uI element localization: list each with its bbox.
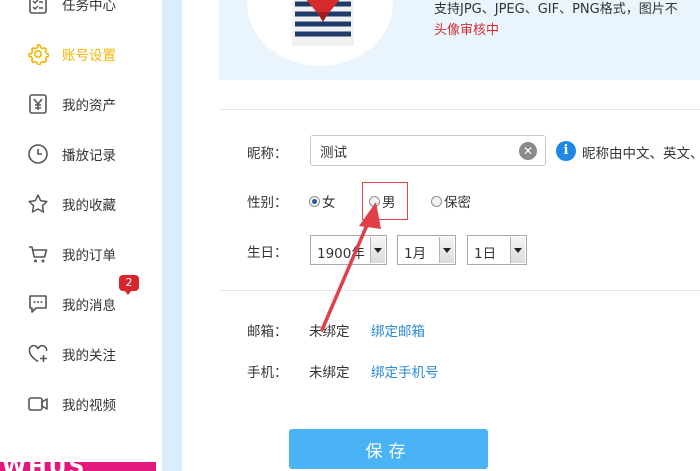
cart-icon (29, 246, 48, 263)
sidebar-item-account-settings[interactable]: 账号设置 (0, 34, 162, 74)
phone-label: 手机： (247, 365, 288, 381)
avatar-image (292, 0, 354, 46)
dropdown-arrow-icon[interactable] (510, 237, 525, 263)
sidebar-item-label: 我的资产 (62, 98, 116, 114)
clear-input-button[interactable]: ✕ (519, 142, 537, 160)
birthday-label: 生日： (247, 245, 288, 261)
phone-status: 未绑定 (309, 365, 350, 381)
clock-icon (28, 144, 48, 164)
nickname-label: 昵称： (247, 146, 288, 162)
heart-plus-icon (28, 344, 48, 363)
account-settings-panel: 支持JPG、JPEG、GIF、PNG格式，图片不 头像审核中 昵称： ✕ i 昵… (182, 0, 700, 471)
divider (219, 109, 700, 110)
radio-label: 女 (322, 195, 336, 211)
gear-icon (28, 43, 49, 65)
radio-button-checked[interactable] (309, 195, 320, 207)
site-logo: WHUS (0, 462, 156, 471)
sidebar-item-label: 我的关注 (62, 348, 116, 364)
star-icon (28, 194, 48, 213)
sidebar-divider (162, 0, 182, 471)
avatar[interactable] (247, 0, 393, 66)
avatar-review-status: 头像审核中 (434, 23, 500, 38)
sidebar-item-label: 账号设置 (62, 48, 116, 64)
bind-phone-link[interactable]: 绑定手机号 (371, 361, 439, 381)
birth-month-select[interactable]: 1月 (397, 235, 456, 265)
gender-radio-secret[interactable]: 保密 (431, 191, 471, 211)
birth-day-select[interactable]: 1日 (467, 235, 527, 265)
dropdown-arrow-icon[interactable] (439, 237, 454, 263)
nickname-hint: 昵称由中文、英文、 (582, 146, 700, 162)
sidebar-item-messages[interactable]: 我的消息 2 (0, 275, 162, 324)
task-list-icon (29, 0, 47, 14)
logo-text: WHUS (2, 462, 86, 471)
video-icon (28, 397, 48, 411)
sidebar-item-label: 我的收藏 (62, 198, 116, 214)
email-label: 邮箱： (247, 324, 288, 340)
info-icon: i (556, 141, 576, 161)
annotation-highlight-box (362, 182, 408, 220)
avatar-section: 支持JPG、JPEG、GIF、PNG格式，图片不 头像审核中 (219, 0, 700, 80)
sidebar-item-label: 播放记录 (62, 148, 116, 164)
select-value: 1月 (404, 246, 427, 262)
sidebar-item-videos[interactable]: 我的视频 (0, 384, 162, 424)
divider (219, 290, 700, 291)
sidebar-item-label: 我的消息 (62, 298, 116, 314)
dropdown-arrow-icon[interactable] (370, 237, 385, 263)
birth-year-select[interactable]: 1900年 (310, 235, 387, 265)
yen-icon (29, 94, 47, 114)
sidebar-item-label: 我的视频 (62, 398, 116, 414)
radio-button[interactable] (431, 195, 442, 207)
sidebar-item-orders[interactable]: 我的订单 (0, 234, 162, 274)
bind-email-link[interactable]: 绑定邮箱 (371, 320, 425, 340)
email-status: 未绑定 (309, 324, 350, 340)
sidebar-item-history[interactable]: 播放记录 (0, 134, 162, 174)
avatar-format-tip: 支持JPG、JPEG、GIF、PNG格式，图片不 (434, 2, 678, 17)
sidebar-item-following[interactable]: 我的关注 (0, 334, 162, 374)
gender-radio-female[interactable]: 女 (309, 191, 336, 211)
sidebar-item-label: 任务中心 (62, 0, 116, 14)
sidebar-item-task-center[interactable]: 任务中心 (0, 0, 162, 24)
radio-label: 保密 (444, 195, 471, 211)
message-count-badge: 2 (119, 275, 139, 295)
sidebar-item-assets[interactable]: 我的资产 (0, 84, 162, 124)
sidebar-item-label: 我的订单 (62, 248, 116, 264)
gender-label: 性别： (247, 195, 288, 211)
message-icon (29, 295, 47, 313)
select-value: 1日 (474, 246, 497, 262)
save-button[interactable]: 保存 (289, 429, 488, 469)
sidebar-item-favorites[interactable]: 我的收藏 (0, 184, 162, 224)
sidebar: 任务中心 账号设置 我的资产 播放记录 我的收藏 我的订单 我的消息 2 我的关… (0, 0, 162, 471)
nickname-input[interactable] (310, 135, 546, 166)
select-value: 1900年 (317, 246, 365, 262)
